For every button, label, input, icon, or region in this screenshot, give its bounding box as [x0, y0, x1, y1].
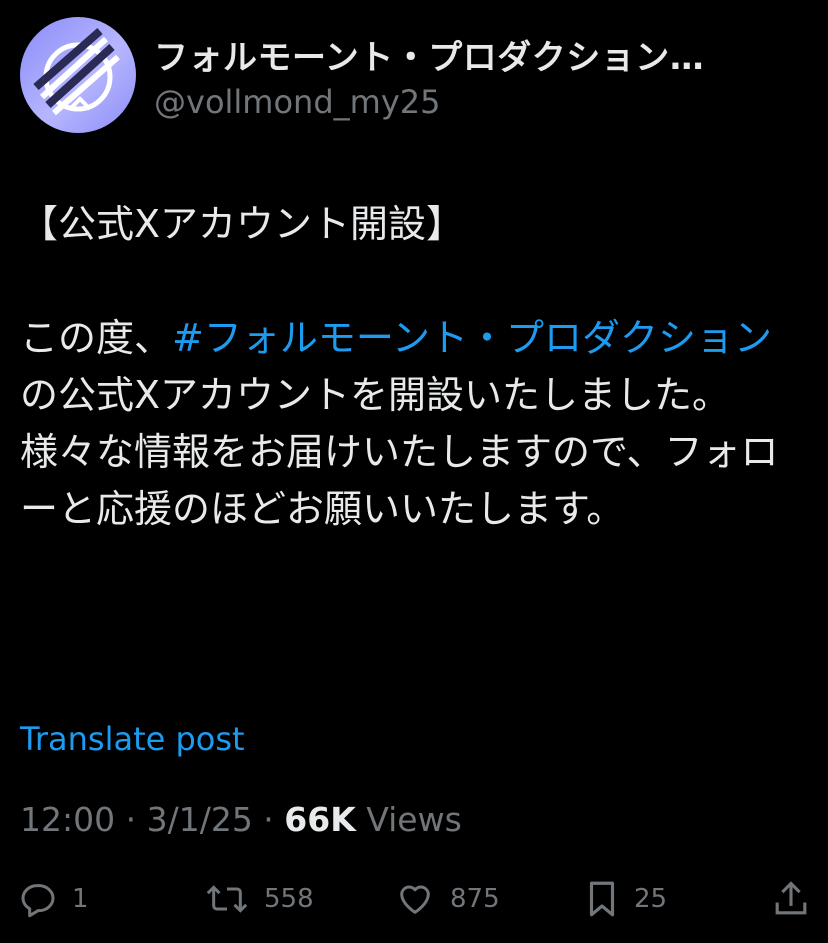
meta-separator: · — [252, 800, 285, 839]
views-count: 66K — [284, 800, 356, 839]
heart-icon — [400, 885, 430, 914]
author-display-name[interactable]: フォルモーント・プロダクション… — [154, 30, 794, 79]
reply-button[interactable]: 1 — [18, 876, 89, 922]
like-count: 875 — [450, 884, 500, 914]
post-text-paragraph: 様々な情報をお届けいたしますので、フォローと応援のほどお願いいたします。 — [20, 430, 779, 531]
share-button[interactable] — [772, 876, 810, 922]
like-button[interactable]: 875 — [394, 876, 500, 922]
post-header: フォルモーント・プロダクション… @vollmond_my25 — [20, 16, 794, 134]
reply-count: 1 — [72, 884, 89, 914]
post-text-prefix: この度、 — [20, 316, 173, 360]
hashtag-link[interactable]: #フォルモーント・プロダクション — [172, 316, 772, 360]
logo-mark-icon — [33, 27, 120, 116]
avatar[interactable] — [20, 17, 136, 133]
translate-post-link[interactable]: Translate post — [20, 720, 245, 758]
post-body: 【公式Xアカウント開設】 この度、#フォルモーント・プロダクション の公式Xアカ… — [20, 196, 810, 538]
reply-icon — [21, 884, 55, 918]
bookmark-button[interactable]: 25 — [584, 876, 667, 922]
repost-count: 558 — [264, 884, 314, 914]
repost-icon — [206, 885, 248, 913]
meta-separator: · — [115, 800, 147, 839]
post-time[interactable]: 12:00 — [20, 800, 115, 839]
action-bar: 1 558 875 25 — [18, 876, 812, 922]
bookmark-icon — [589, 881, 615, 917]
bookmark-count: 25 — [634, 884, 668, 914]
post-meta: 12:00 · 3/1/25 · 66K Views — [20, 800, 462, 839]
post-heading: 【公式Xアカウント開設】 — [20, 202, 465, 246]
views-label: Views — [355, 800, 462, 839]
share-icon — [775, 881, 807, 915]
repost-button[interactable]: 558 — [204, 876, 314, 922]
author-handle[interactable]: @vollmond_my25 — [154, 83, 794, 121]
post-date[interactable]: 3/1/25 — [147, 800, 253, 839]
